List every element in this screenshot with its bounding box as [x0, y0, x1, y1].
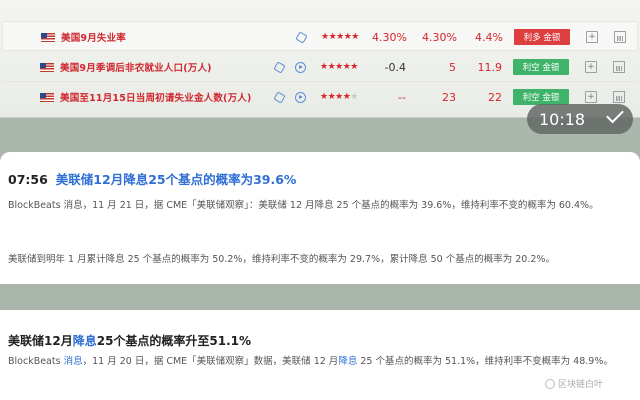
importance-stars: ★★★★★ — [321, 32, 359, 42]
watermark: 区块链白叶 — [545, 377, 603, 390]
play-icon[interactable] — [295, 92, 306, 103]
cube-icon[interactable] — [273, 61, 286, 74]
us-flag-icon — [40, 63, 54, 72]
time-overlay: 10:18 — [527, 104, 633, 134]
keyword-link[interactable]: 降息 — [338, 356, 357, 367]
effect-badge: 利空 金银 — [513, 89, 569, 105]
importance-stars: ★★★★★ — [320, 62, 358, 72]
forecast-value: 4.30% — [422, 30, 457, 44]
forecast-value: 5 — [449, 60, 456, 74]
effect-badge: 利空 金银 — [513, 59, 569, 75]
actual-value: 22 — [488, 90, 502, 104]
table-row[interactable]: 美国9月失业率 ★★★★★ 4.30% 4.30% 4.4% 利多 金银 + — [2, 21, 638, 51]
effect-badge: 利多 金银 — [514, 29, 570, 45]
indicator-name: 美国9月失业率 — [61, 33, 127, 44]
actual-value: 11.9 — [477, 60, 503, 74]
add-icon[interactable]: + — [586, 31, 598, 43]
time-text: 10:18 — [539, 109, 586, 129]
chart-icon[interactable] — [613, 61, 625, 73]
news-paragraph: BlockBeats 消息，11 月 21 日，据 CME「美联储观察」：美联储… — [8, 200, 599, 211]
news-paragraph: 美联储到明年 1 月累计降息 25 个基点的概率为 50.2%，维持利率不变的概… — [8, 254, 555, 265]
add-icon[interactable]: + — [585, 91, 597, 103]
play-icon[interactable] — [295, 62, 306, 73]
indicator-name: 美国9月季调后非农就业人口(万人) — [60, 63, 212, 74]
actual-value: 4.4% — [475, 30, 503, 44]
wechat-logo-icon — [545, 378, 555, 389]
cube-icon[interactable] — [273, 91, 286, 104]
news-card: 07:56 美联储12月降息25个基点的概率为39.6% BlockBeats 消… — [0, 152, 640, 284]
news-time: 07:56 — [8, 172, 48, 187]
check-icon — [606, 105, 624, 124]
news-paragraph: BlockBeats 消息，11 月 20 日，据 CME「美联储观察」数据，美… — [8, 356, 613, 367]
indicator-name: 美国至11月15日当周初请失业金人数(万人) — [60, 93, 252, 104]
previous-value: -0.4 — [384, 60, 406, 74]
forecast-value: 23 — [442, 90, 456, 104]
chart-icon[interactable] — [614, 31, 626, 43]
keyword-link[interactable]: 消息 — [64, 356, 83, 367]
importance-stars: ★★★★★ — [320, 92, 358, 102]
news-headline[interactable]: 美联储12月降息25个基点的概率升至51.1% — [8, 332, 251, 349]
us-flag-icon — [40, 93, 54, 102]
cube-icon[interactable] — [295, 31, 308, 44]
previous-value: 4.30% — [372, 30, 407, 44]
news-card: 美联储12月降息25个基点的概率升至51.1% BlockBeats 消息，11… — [0, 310, 640, 400]
add-icon[interactable]: + — [585, 61, 597, 73]
news-title[interactable]: 美联储12月降息25个基点的概率为39.6% — [56, 172, 297, 187]
table-row[interactable]: 美国9月季调后非农就业人口(万人) ★★★★★ -0.4 5 11.9 利空 金… — [2, 52, 638, 82]
previous-value: -- — [398, 90, 406, 104]
economic-calendar-table: 美国9月失业率 ★★★★★ 4.30% 4.30% 4.4% 利多 金银 + 美… — [0, 0, 640, 118]
news-headline[interactable]: 07:56 美联储12月降息25个基点的概率为39.6% — [8, 169, 296, 188]
us-flag-icon — [41, 33, 55, 42]
chart-icon[interactable] — [613, 91, 625, 103]
